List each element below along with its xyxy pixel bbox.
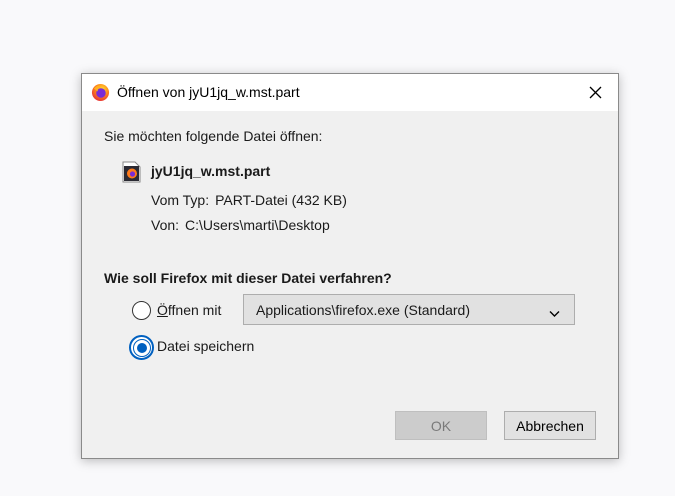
close-button[interactable] — [572, 74, 618, 111]
cancel-button[interactable]: Abbrechen — [504, 411, 596, 440]
open-with-label[interactable]: Öffnen mit — [157, 302, 221, 318]
file-name: jyU1jq_w.mst.part — [151, 163, 271, 179]
file-source-label: Von: — [151, 217, 180, 233]
file-source-value: C:\Users\marti\Desktop — [185, 217, 330, 233]
save-file-radio[interactable] — [129, 335, 154, 360]
save-file-radio-dot — [136, 342, 147, 353]
open-prompt: Sie möchten folgende Datei öffnen: — [104, 128, 323, 144]
action-question: Wie soll Firefox mit dieser Datei verfah… — [104, 270, 392, 286]
chevron-down-icon — [549, 305, 560, 321]
ok-button[interactable]: OK — [395, 411, 487, 440]
title-bar: Öffnen von jyU1jq_w.mst.part — [82, 74, 618, 111]
file-type-value: PART-Datei (432 KB) — [215, 192, 347, 208]
open-with-radio[interactable] — [132, 301, 151, 320]
open-with-label-rest: ffnen mit — [167, 302, 222, 318]
file-icon — [122, 161, 141, 183]
file-type-row: Vom Typ: PART-Datei (432 KB) — [151, 192, 347, 208]
save-file-radio-ring — [132, 338, 151, 357]
open-file-dialog: Öffnen von jyU1jq_w.mst.part Sie möchten… — [81, 73, 619, 459]
file-source-row: Von: C:\Users\marti\Desktop — [151, 217, 330, 233]
close-icon — [589, 86, 601, 99]
firefox-icon — [91, 83, 110, 102]
file-type-label: Vom Typ: — [151, 192, 210, 208]
application-select-value: Applications\firefox.exe (Standard) — [256, 302, 470, 318]
dialog-title: Öffnen von jyU1jq_w.mst.part — [117, 84, 300, 100]
save-file-label[interactable]: Datei speichern — [157, 338, 254, 354]
application-select[interactable]: Applications\firefox.exe (Standard) — [243, 294, 575, 325]
open-with-accel: Ö — [157, 302, 168, 318]
